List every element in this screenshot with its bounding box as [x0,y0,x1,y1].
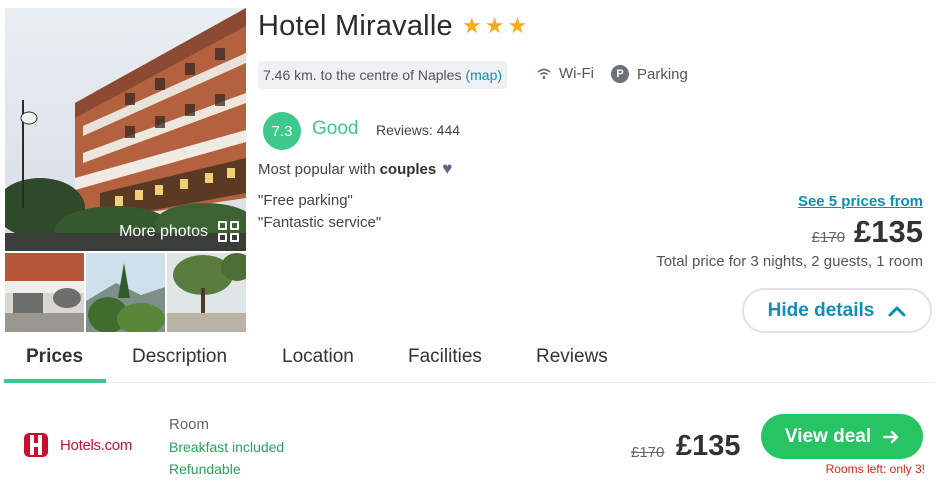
room-perk-refundable: Refundable [169,461,241,477]
star-icon: ★ [507,13,528,38]
hide-details-button[interactable]: Hide details [742,288,932,333]
mountain-view-image [86,253,165,332]
amenity-parking: P Parking [611,65,688,83]
main-hotel-photo[interactable]: More photos [5,8,246,251]
popular-prefix: Most popular with [258,160,376,178]
hotels-com-logo-icon [24,433,48,457]
review-quote: "Fantastic service" [258,214,382,231]
star-rating: ★ ★ ★ [462,14,527,38]
thumbnail-photo-1[interactable] [5,253,84,332]
tab-prices[interactable]: Prices [26,346,83,368]
view-deal-button[interactable]: View deal [761,414,923,459]
details-tab-bar: Prices Description Location Facilities R… [4,337,934,383]
distance-to-centre: 7.46 km. to the centre of Naples (map) [258,61,508,89]
hotel-building-image [5,8,246,251]
entrance-image [5,253,84,332]
chevron-up-icon [888,306,906,316]
more-photos-label: More photos [119,223,208,240]
distance-text: 7.46 km. to the centre of Naples [263,67,462,83]
popular-group: couples [379,160,437,178]
review-quote: "Free parking" [258,192,353,209]
grid-icon [218,221,240,243]
wifi-icon [537,68,551,79]
rooms-left-warning: Rooms left: only 3! [825,462,925,476]
reviews-count[interactable]: Reviews: 444 [376,122,460,138]
amenity-label: Parking [637,65,688,83]
hide-details-label: Hide details [767,299,875,321]
rating-score-badge: 7.3 [263,112,301,150]
tab-reviews[interactable]: Reviews [536,346,608,368]
popular-with: Most popular with couples ♥ [258,159,452,179]
map-link[interactable]: (map) [465,67,502,83]
parking-icon: P [611,65,629,83]
thumbnail-photo-3[interactable] [167,253,246,332]
deal-original-price: £170 [631,444,665,461]
tab-location[interactable]: Location [282,346,354,368]
star-icon: ★ [484,13,505,38]
active-tab-indicator [4,379,106,383]
provider-name: Hotels.com [60,436,133,454]
view-deal-label: View deal [784,425,872,447]
tab-facilities[interactable]: Facilities [408,346,482,368]
price-summary: £170 £135 [812,214,923,250]
more-photos-button[interactable]: More photos [119,221,240,243]
amenity-label: Wi-Fi [559,65,594,82]
original-price: £170 [811,229,846,246]
heart-icon: ♥ [442,159,453,178]
total-price-description: Total price for 3 nights, 2 guests, 1 ro… [656,253,923,270]
rating-word: Good [312,118,359,139]
tab-description[interactable]: Description [132,346,227,368]
amenity-wifi: Wi-Fi [537,65,594,82]
thumbnail-photo-2[interactable] [86,253,165,332]
see-all-prices-link[interactable]: See 5 prices from [798,193,923,210]
room-perk-breakfast: Breakfast included [169,439,285,455]
current-price: £135 [854,214,923,249]
arrow-right-icon [883,430,899,443]
room-type: Room [169,416,210,433]
garden-image [167,253,246,332]
hotel-name[interactable]: Hotel Miravalle [258,10,453,43]
star-icon: ★ [462,13,482,38]
deal-current-price: £135 [676,430,741,462]
provider-logo: Hotels.com [22,431,132,459]
